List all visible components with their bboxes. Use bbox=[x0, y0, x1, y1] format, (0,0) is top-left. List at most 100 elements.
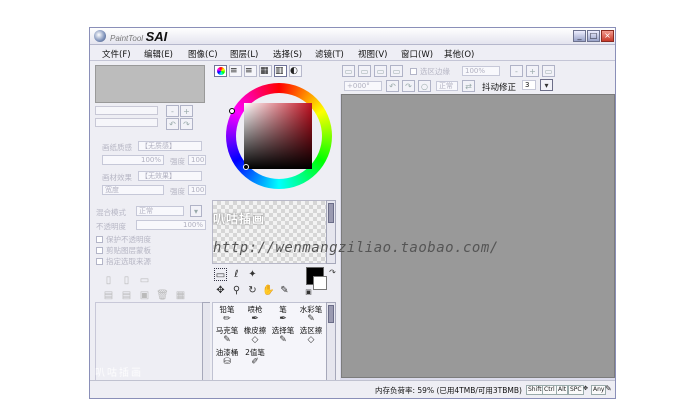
brush-marker[interactable]: 马克笔 ✎ bbox=[213, 325, 241, 345]
paper-strength-field[interactable]: 100 bbox=[188, 155, 206, 165]
bucket-icon: ⛁ bbox=[223, 357, 231, 367]
shift-key-badge: Shift bbox=[526, 385, 544, 395]
zoom-out-button[interactable]: - bbox=[166, 105, 179, 117]
brush-pencil[interactable]: 铅笔 ✏ bbox=[213, 304, 241, 324]
angle-slider[interactable] bbox=[95, 118, 158, 127]
brush-pen[interactable]: 笔 ✒ bbox=[269, 304, 297, 324]
selection-source-checkbox[interactable] bbox=[96, 258, 103, 265]
menu-file[interactable]: 文件(F) bbox=[102, 48, 131, 60]
navigator-preview[interactable] bbox=[95, 65, 205, 103]
preserve-opacity-checkbox[interactable] bbox=[96, 236, 103, 243]
rotate-left-button[interactable]: ↶ bbox=[166, 118, 179, 130]
rgb-slider-tab[interactable]: ≡ bbox=[229, 65, 242, 77]
paper-effect-select[interactable]: 【无效果】 bbox=[138, 171, 202, 181]
reset-colors-icon[interactable]: ▣ bbox=[302, 286, 315, 299]
new-folder-icon[interactable]: ▭ bbox=[138, 274, 151, 287]
ctrl-key-badge: Ctrl bbox=[542, 385, 557, 395]
swatches-tab[interactable]: ▦ bbox=[259, 65, 272, 77]
paper-scale-field[interactable]: 100% bbox=[102, 155, 164, 165]
color-wheel-icon bbox=[217, 67, 225, 75]
rotate-tool-icon[interactable]: ↻ bbox=[246, 284, 259, 297]
brush-grid-scroll-thumb[interactable] bbox=[328, 305, 334, 323]
brush-airbrush[interactable]: 喷枪 ✒ bbox=[241, 304, 269, 324]
clear-button[interactable]: ▭ bbox=[390, 65, 403, 77]
clear-layer-icon[interactable]: ▣ bbox=[138, 289, 151, 302]
deselect-button[interactable]: ▭ bbox=[358, 65, 371, 77]
brush-eraser[interactable]: 橡皮擦 ◇ bbox=[241, 325, 269, 345]
rotate-cw-button[interactable]: ↷ bbox=[402, 80, 415, 92]
stabilizer-dropdown-icon[interactable]: ▾ bbox=[540, 79, 553, 91]
magic-wand-tool-icon[interactable]: ✦ bbox=[246, 268, 259, 281]
new-vector-layer-icon[interactable]: ▯ bbox=[120, 274, 133, 287]
menu-edit[interactable]: 编辑(E) bbox=[144, 48, 173, 60]
zoom-reset-button[interactable]: ▭ bbox=[542, 65, 555, 77]
zoom-down-button[interactable]: - bbox=[510, 65, 523, 77]
invert-selection-button[interactable]: ▭ bbox=[374, 65, 387, 77]
brush-select-pen[interactable]: 选择笔 ✎ bbox=[269, 325, 297, 345]
scratchpad-scroll-thumb[interactable] bbox=[328, 203, 334, 223]
menu-image[interactable]: 图像(C) bbox=[188, 48, 218, 60]
clipping-mask-checkbox[interactable] bbox=[96, 247, 103, 254]
brush-watercolor-label: 水彩笔 bbox=[299, 305, 323, 314]
brush-pen-label: 笔 bbox=[279, 305, 287, 314]
menu-filter[interactable]: 滤镜(T) bbox=[315, 48, 344, 60]
selection-edge-checkbox[interactable] bbox=[410, 68, 417, 75]
selection-source-label: 指定选取来源 bbox=[106, 257, 151, 266]
brush-select-pen-label: 选择笔 bbox=[271, 326, 295, 335]
brush-select-eraser[interactable]: 选区擦 ◇ bbox=[297, 325, 325, 345]
rotate-reset-button[interactable]: ○ bbox=[418, 80, 431, 92]
merge-down-icon[interactable]: ▤ bbox=[120, 289, 133, 302]
swap-colors-icon[interactable]: ↷ bbox=[326, 266, 339, 279]
drawing-canvas[interactable] bbox=[341, 94, 615, 378]
opacity-field[interactable]: 100% bbox=[136, 220, 206, 230]
rotate-ccw-button[interactable]: ↶ bbox=[386, 80, 399, 92]
maximize-button[interactable]: □ bbox=[587, 30, 600, 42]
delete-layer-icon[interactable]: 🗑 bbox=[156, 289, 169, 302]
new-layer-icon[interactable]: ▯ bbox=[102, 274, 115, 287]
zoom-value-field[interactable]: 100% bbox=[462, 66, 500, 76]
transfer-down-icon[interactable]: ▤ bbox=[102, 289, 115, 302]
hue-marker-icon[interactable] bbox=[229, 108, 235, 114]
flip-horizontal-button[interactable]: ⇄ bbox=[462, 80, 475, 92]
menu-layer[interactable]: 图层(L) bbox=[230, 48, 258, 60]
zoom-tool-icon[interactable]: ⚲ bbox=[230, 284, 243, 297]
watermark-bottom: 叭咕插画 bbox=[95, 368, 143, 379]
close-button[interactable]: × bbox=[601, 30, 614, 42]
minimize-button[interactable]: _ bbox=[573, 30, 586, 42]
select-pen-icon: ✎ bbox=[279, 335, 287, 345]
brush-grid-scrollbar[interactable] bbox=[326, 302, 336, 384]
background-color-swatch[interactable] bbox=[313, 276, 327, 290]
move-tool-icon[interactable]: ✥ bbox=[214, 284, 227, 297]
lasso-tool-icon[interactable]: ℓ bbox=[230, 268, 243, 281]
hsv-slider-tab[interactable]: ≡ bbox=[244, 65, 257, 77]
mixer-tab[interactable]: ◐ bbox=[289, 65, 302, 77]
scratchpad-tab[interactable]: ▥ bbox=[274, 65, 287, 77]
blend-mode-select[interactable]: 正常 bbox=[136, 206, 184, 216]
layer-mask-icon[interactable]: ▦ bbox=[174, 289, 187, 302]
eyedropper-tool-icon[interactable]: ✎ bbox=[278, 284, 291, 297]
rotate-right-button[interactable]: ↷ bbox=[180, 118, 193, 130]
blend-mode-dropdown-icon[interactable]: ▾ bbox=[190, 205, 202, 217]
select-all-button[interactable]: ▭ bbox=[342, 65, 355, 77]
brush-bucket[interactable]: 油漆桶 ⛁ bbox=[213, 347, 241, 367]
rect-select-tool-icon[interactable]: ▭ bbox=[214, 268, 227, 281]
menu-other[interactable]: 其他(O) bbox=[444, 48, 474, 60]
menu-select[interactable]: 选择(S) bbox=[273, 48, 302, 60]
effect-strength-field[interactable]: 100 bbox=[188, 185, 206, 195]
menu-window[interactable]: 窗口(W) bbox=[401, 48, 433, 60]
color-picker-marker-icon[interactable] bbox=[243, 164, 249, 170]
menu-view[interactable]: 视图(V) bbox=[358, 48, 387, 60]
effect-width-field[interactable]: 宽度 bbox=[102, 185, 164, 195]
zoom-slider[interactable] bbox=[95, 106, 158, 115]
hand-tool-icon[interactable]: ✋ bbox=[262, 284, 275, 297]
preserve-opacity-label: 保护不透明度 bbox=[106, 235, 151, 244]
brush-binary-pen[interactable]: 2值笔 ✐ bbox=[241, 347, 269, 367]
brush-watercolor[interactable]: 水彩笔 ✎ bbox=[297, 304, 325, 324]
zoom-up-button[interactable]: + bbox=[526, 65, 539, 77]
angle-value-field[interactable]: +000° bbox=[344, 81, 382, 91]
saturation-value-square[interactable] bbox=[244, 103, 312, 169]
stabilizer-value-field[interactable]: 3 bbox=[522, 80, 536, 90]
paper-texture-select[interactable]: 【无质感】 bbox=[138, 141, 202, 151]
blend-mode-toolbar-field[interactable]: 正常 bbox=[436, 81, 458, 91]
zoom-in-button[interactable]: + bbox=[180, 105, 193, 117]
